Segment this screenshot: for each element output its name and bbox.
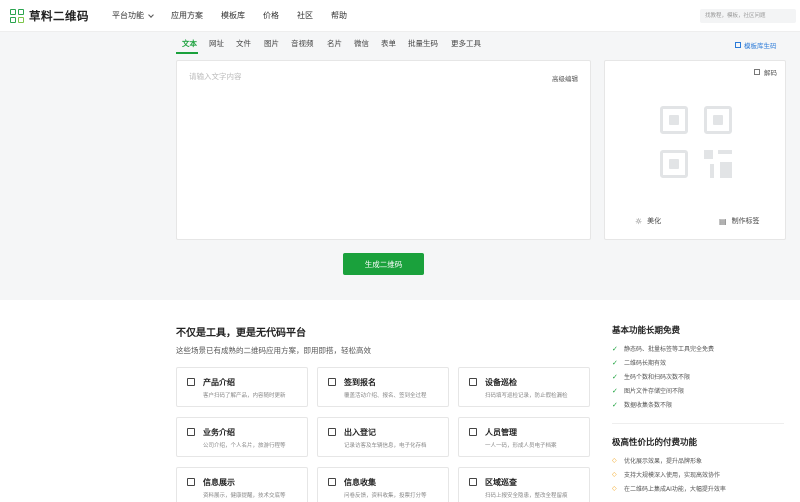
- tab-business-card[interactable]: 名片: [327, 38, 342, 49]
- paid-feature-item: ◇ 在二维码上集成AI功能，大幅提升效率: [612, 485, 726, 493]
- solution-card-staff[interactable]: 人员管理 一人一码，形成人员电子档案: [458, 417, 590, 457]
- solution-card-patrol[interactable]: 区域巡查 扫码上报安全隐患，整改全程留痕: [458, 467, 590, 502]
- tab-text[interactable]: 文本: [182, 38, 197, 49]
- diamond-icon: ◇: [612, 485, 617, 492]
- free-feature-item: ✓ 二维码长期有效: [612, 358, 667, 368]
- access-icon: [328, 428, 336, 436]
- business-icon: [187, 428, 195, 436]
- patrol-icon: [469, 478, 477, 486]
- diamond-icon: ◇: [612, 457, 617, 464]
- free-features-title: 基本功能长期免费: [612, 326, 681, 336]
- free-feature-item: ✓ 生码个数和扫码次数不限: [612, 372, 691, 382]
- chevron-down-icon: [148, 11, 154, 18]
- check-icon: ✓: [612, 372, 618, 381]
- product-icon: [187, 378, 195, 386]
- check-icon: ✓: [612, 386, 618, 395]
- template-generate-link[interactable]: 模板库生码: [735, 40, 777, 50]
- solution-card-inspection[interactable]: 设备巡检 扫码填写巡检记录，防止假检漏检: [458, 367, 590, 407]
- type-tabs: 文本 网址 文件 图片 音视频 名片 微信 表单 批量生码 更多工具: [176, 38, 786, 54]
- signin-icon: [328, 378, 336, 386]
- tab-file[interactable]: 文件: [236, 38, 251, 49]
- beautify-button[interactable]: ☼ 美化: [635, 216, 661, 226]
- sparkle-icon: ☼: [635, 216, 643, 226]
- nav-platform-features[interactable]: 平台功能: [112, 10, 154, 21]
- solution-card-business-intro[interactable]: 业务介绍 公司介绍，个人名片，旅游行程等: [176, 417, 308, 457]
- tab-wechat[interactable]: 微信: [354, 38, 369, 49]
- solution-card-info-display[interactable]: 信息展示 资料展示，健康提醒，技术交底等: [176, 467, 308, 502]
- advanced-edit-button[interactable]: 高级编辑: [552, 73, 578, 83]
- diamond-icon: ◇: [612, 471, 617, 478]
- nav-community[interactable]: 社区: [297, 10, 313, 21]
- generate-qr-button[interactable]: 生成二维码: [343, 253, 424, 275]
- active-tab-indicator: [176, 52, 198, 54]
- qr-preview-panel: 解码 ☼ 美化 ▤ 制作标签: [604, 60, 786, 240]
- features-divider: [612, 423, 784, 424]
- collect-icon: [328, 478, 336, 486]
- check-icon: ✓: [612, 400, 618, 409]
- free-feature-item: ✓ 静态码、批量标签等工具完全免费: [612, 344, 715, 354]
- inspection-icon: [469, 378, 477, 386]
- paid-features-title: 极高性价比的付费功能: [612, 438, 698, 448]
- text-editor-panel: 高级编辑: [176, 60, 591, 240]
- solutions-section: 不仅是工具，更是无代码平台 这些场景已有成熟的二维码应用方案，即用即搭，轻松高效…: [0, 300, 800, 502]
- paid-feature-item: ◇ 支持大规模深入使用，实现高效协作: [612, 471, 721, 479]
- person-icon: [469, 428, 477, 436]
- check-icon: ✓: [612, 344, 618, 353]
- main-nav: 平台功能 应用方案 模板库 价格 社区 帮助: [112, 10, 365, 21]
- tab-more-tools[interactable]: 更多工具: [451, 38, 481, 49]
- check-icon: ✓: [612, 358, 618, 367]
- tab-batch[interactable]: 批量生码: [408, 38, 438, 49]
- nav-pricing[interactable]: 价格: [263, 10, 279, 21]
- template-icon: [735, 42, 741, 48]
- tab-url[interactable]: 网址: [209, 38, 224, 49]
- qr-logo-icon: [10, 9, 24, 23]
- solution-card-info-collect[interactable]: 信息收集 问卷反馈，资料收集，投票打分等: [317, 467, 449, 502]
- section-subtitle: 这些场景已有成熟的二维码应用方案，即用即搭，轻松高效: [176, 346, 371, 355]
- tab-audio-video[interactable]: 音视频: [291, 38, 314, 49]
- text-content-input[interactable]: [177, 61, 590, 239]
- brand-logo[interactable]: 草料二维码: [10, 8, 89, 24]
- qr-placeholder-icon: [660, 106, 732, 178]
- solution-card-product-intro[interactable]: 产品介绍 客户扫码了解产品，内容随时更新: [176, 367, 308, 407]
- paid-feature-item: ◇ 优化展示效果，提升品牌形象: [612, 457, 703, 465]
- display-icon: [187, 478, 195, 486]
- top-navbar: 草料二维码 平台功能 应用方案 模板库 价格 社区 帮助: [0, 0, 800, 32]
- solution-card-access-log[interactable]: 出入登记 记录访客及车辆信息，电子化存档: [317, 417, 449, 457]
- solution-card-signin[interactable]: 签到报名 覆盖活动介绍、报名、签到全过程: [317, 367, 449, 407]
- tab-image[interactable]: 图片: [264, 38, 279, 49]
- make-label-button[interactable]: ▤ 制作标签: [719, 216, 760, 226]
- nav-templates[interactable]: 模板库: [221, 10, 245, 21]
- nav-help[interactable]: 帮助: [331, 10, 347, 21]
- decode-button[interactable]: 解码: [754, 67, 777, 77]
- section-title: 不仅是工具，更是无代码平台: [176, 328, 306, 339]
- free-feature-item: ✓ 数据收集条数不限: [612, 400, 673, 410]
- search-input[interactable]: [700, 9, 796, 23]
- tab-form[interactable]: 表单: [381, 38, 396, 49]
- free-feature-item: ✓ 图片文件存储空间不限: [612, 386, 685, 396]
- scan-icon: [754, 69, 760, 75]
- brand-name: 草料二维码: [29, 9, 89, 23]
- nav-solutions[interactable]: 应用方案: [171, 10, 203, 21]
- label-icon: ▤: [719, 216, 727, 226]
